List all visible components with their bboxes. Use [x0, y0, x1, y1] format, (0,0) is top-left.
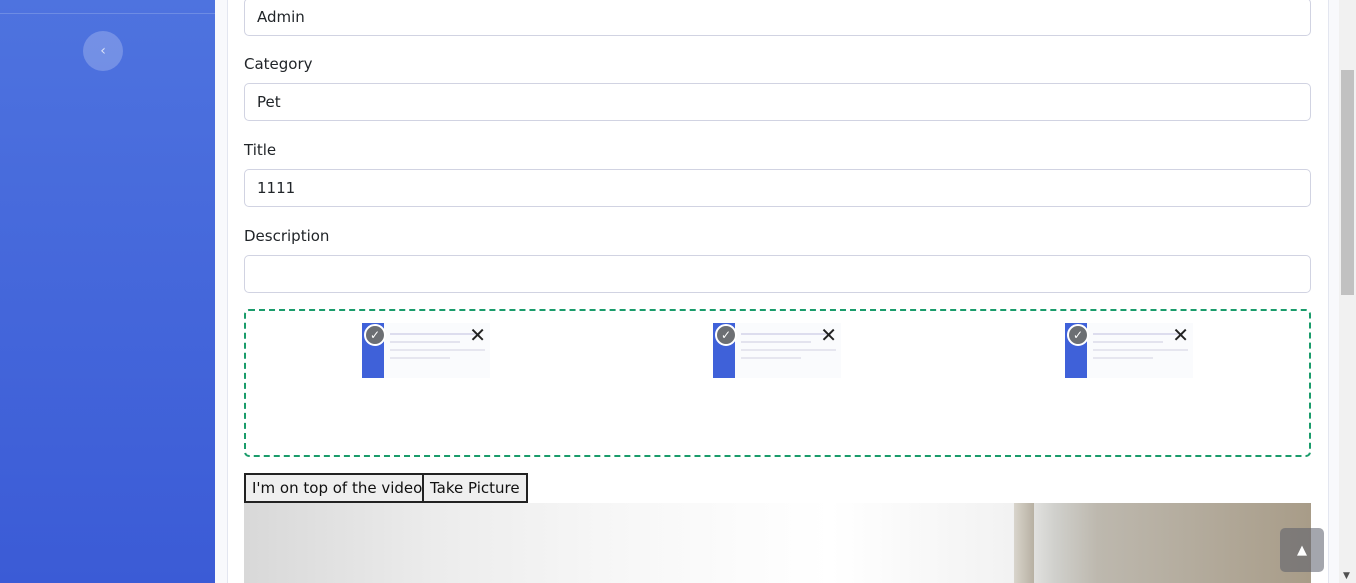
scroll-to-top-button[interactable]: ▲ — [1280, 528, 1324, 572]
owner-field-value: Admin — [257, 8, 305, 26]
check-icon: ✓ — [1067, 324, 1089, 346]
video-overlay-button[interactable]: I'm on top of the video — [244, 473, 431, 503]
check-icon: ✓ — [715, 324, 737, 346]
category-field[interactable]: Pet — [244, 83, 1311, 121]
description-label: Description — [244, 227, 330, 245]
sidebar-divider — [0, 13, 215, 14]
take-picture-button[interactable]: Take Picture — [422, 473, 528, 503]
chevron-left-icon: ‹ — [100, 43, 106, 59]
close-icon[interactable]: ✕ — [469, 323, 486, 347]
category-field-value: Pet — [257, 93, 281, 111]
sidebar-toggle-button[interactable]: ‹ — [83, 31, 123, 71]
upload-thumbnail[interactable]: ✓ ✕ — [713, 323, 841, 378]
image-dropzone[interactable]: ✓ ✕ ✓ ✕ ✓ ✕ — [244, 309, 1311, 457]
scroll-down-arrow-icon[interactable]: ▼ — [1343, 571, 1350, 581]
title-field[interactable]: 1111 — [244, 169, 1311, 207]
scrollbar-thumb[interactable] — [1341, 70, 1354, 295]
upload-thumbnail[interactable]: ✓ ✕ — [362, 323, 490, 378]
chevron-up-icon: ▲ — [1297, 542, 1307, 558]
close-icon[interactable]: ✕ — [1172, 323, 1189, 347]
check-icon: ✓ — [364, 324, 386, 346]
title-label: Title — [244, 141, 277, 159]
close-icon[interactable]: ✕ — [820, 323, 837, 347]
description-field[interactable] — [244, 255, 1311, 293]
title-field-value: 1111 — [257, 179, 296, 197]
camera-video — [244, 503, 1311, 583]
owner-field[interactable]: Admin — [244, 0, 1311, 36]
category-label: Category — [244, 55, 313, 73]
page-scrollbar[interactable]: ▼ — [1339, 0, 1356, 583]
upload-thumbnail[interactable]: ✓ ✕ — [1065, 323, 1193, 378]
sidebar: ‹ — [0, 0, 215, 583]
